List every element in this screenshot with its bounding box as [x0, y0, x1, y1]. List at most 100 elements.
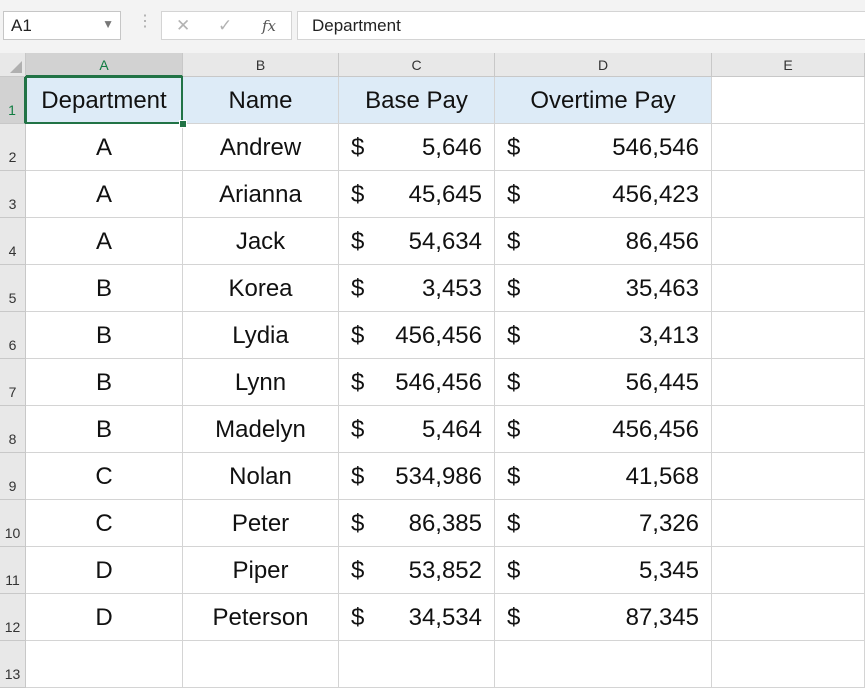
cell-a10[interactable]: C [26, 500, 183, 547]
row-number: 9 [8, 478, 17, 494]
cell-d6[interactable]: $3,413 [495, 312, 712, 359]
cell-d12[interactable]: $87,345 [495, 594, 712, 641]
cell-d10[interactable]: $7,326 [495, 500, 712, 547]
row-header-9[interactable]: 9 [0, 453, 26, 500]
row-header-1[interactable]: 1 [0, 77, 26, 124]
cell-c1[interactable]: Base Pay [339, 77, 495, 124]
cell-a13[interactable] [26, 641, 183, 688]
row-header-13[interactable]: 13 [0, 641, 26, 688]
cell-c7[interactable]: $546,456 [339, 359, 495, 406]
column-header-b[interactable]: B [183, 53, 339, 77]
cell-c10[interactable]: $86,385 [339, 500, 495, 547]
cell-e2[interactable] [712, 124, 865, 171]
cell-c13[interactable] [339, 641, 495, 688]
cell-d2[interactable]: $546,546 [495, 124, 712, 171]
cell-a6[interactable]: B [26, 312, 183, 359]
column-header-e[interactable]: E [712, 53, 865, 77]
row-header-12[interactable]: 12 [0, 594, 26, 641]
row-header-5[interactable]: 5 [0, 265, 26, 312]
cell-b7[interactable]: Lynn [183, 359, 339, 406]
cell-b10[interactable]: Peter [183, 500, 339, 547]
name-box[interactable]: A1 ▼ [3, 11, 121, 40]
currency-symbol: $ [351, 463, 365, 490]
row-header-8[interactable]: 8 [0, 406, 26, 453]
cell-c12[interactable]: $34,534 [339, 594, 495, 641]
cell-c6[interactable]: $456,456 [339, 312, 495, 359]
currency-symbol: $ [351, 416, 365, 443]
cell-c3[interactable]: $45,645 [339, 171, 495, 218]
overtime-pay-value: 546,546 [612, 134, 699, 161]
cell-a12[interactable]: D [26, 594, 183, 641]
cell-e4[interactable] [712, 218, 865, 265]
cell-b13[interactable] [183, 641, 339, 688]
cell-e10[interactable] [712, 500, 865, 547]
select-all-button[interactable] [0, 53, 26, 77]
row-header-7[interactable]: 7 [0, 359, 26, 406]
cell-c11[interactable]: $53,852 [339, 547, 495, 594]
row-header-6[interactable]: 6 [0, 312, 26, 359]
cell-e3[interactable] [712, 171, 865, 218]
cell-e13[interactable] [712, 641, 865, 688]
column-header-a[interactable]: A [26, 53, 183, 77]
cell-d9[interactable]: $41,568 [495, 453, 712, 500]
cell-a2[interactable]: A [26, 124, 183, 171]
cell-c4[interactable]: $54,634 [339, 218, 495, 265]
cell-b5[interactable]: Korea [183, 265, 339, 312]
cell-e7[interactable] [712, 359, 865, 406]
row-header-11[interactable]: 11 [0, 547, 26, 594]
cell-a11[interactable]: D [26, 547, 183, 594]
cell-b12[interactable]: Peterson [183, 594, 339, 641]
cell-e8[interactable] [712, 406, 865, 453]
department-value: B [95, 416, 112, 443]
cell-b3[interactable]: Arianna [183, 171, 339, 218]
chevron-down-icon[interactable]: ▼ [102, 17, 114, 31]
cell-e1[interactable] [712, 77, 865, 124]
column-header-c[interactable]: C [339, 53, 495, 77]
cell-a4[interactable]: A [26, 218, 183, 265]
cell-c9[interactable]: $534,986 [339, 453, 495, 500]
cell-e12[interactable] [712, 594, 865, 641]
cell-d1[interactable]: Overtime Pay [495, 77, 712, 124]
row-header-2[interactable]: 2 [0, 124, 26, 171]
cell-b4[interactable]: Jack [183, 218, 339, 265]
cell-b11[interactable]: Piper [183, 547, 339, 594]
row-header-10[interactable]: 10 [0, 500, 26, 547]
cell-a5[interactable]: B [26, 265, 183, 312]
check-icon[interactable]: ✓ [218, 16, 232, 36]
cell-c5[interactable]: $3,453 [339, 265, 495, 312]
close-icon[interactable]: ✕ [176, 16, 190, 36]
cell-e9[interactable] [712, 453, 865, 500]
cell-d7[interactable]: $56,445 [495, 359, 712, 406]
cell-e11[interactable] [712, 547, 865, 594]
more-options-icon[interactable]: ⋮ [137, 14, 153, 30]
cell-b6[interactable]: Lydia [183, 312, 339, 359]
row-header-4[interactable]: 4 [0, 218, 26, 265]
cell-e6[interactable] [712, 312, 865, 359]
cell-a3[interactable]: A [26, 171, 183, 218]
column-header-d[interactable]: D [495, 53, 712, 77]
row-number: 7 [8, 384, 17, 400]
cell-a1[interactable]: Department [26, 77, 183, 124]
cell-b9[interactable]: Nolan [183, 453, 339, 500]
cell-a8[interactable]: B [26, 406, 183, 453]
overtime-pay-value: 3,413 [638, 322, 699, 349]
cell-a9[interactable]: C [26, 453, 183, 500]
row-header-3[interactable]: 3 [0, 171, 26, 218]
cell-b2[interactable]: Andrew [183, 124, 339, 171]
cell-d3[interactable]: $456,423 [495, 171, 712, 218]
formula-input[interactable]: Department [297, 11, 865, 40]
cell-c2[interactable]: $5,646 [339, 124, 495, 171]
cell-b1[interactable]: Name [183, 77, 339, 124]
cell-a7[interactable]: B [26, 359, 183, 406]
cell-d5[interactable]: $35,463 [495, 265, 712, 312]
fill-handle[interactable] [179, 120, 187, 128]
function-icon[interactable]: fx [262, 17, 276, 35]
cell-d8[interactable]: $456,456 [495, 406, 712, 453]
cell-d13[interactable] [495, 641, 712, 688]
name-value: Andrew [219, 134, 302, 161]
cell-d4[interactable]: $86,456 [495, 218, 712, 265]
cell-e5[interactable] [712, 265, 865, 312]
cell-b8[interactable]: Madelyn [183, 406, 339, 453]
cell-d11[interactable]: $5,345 [495, 547, 712, 594]
cell-c8[interactable]: $5,464 [339, 406, 495, 453]
